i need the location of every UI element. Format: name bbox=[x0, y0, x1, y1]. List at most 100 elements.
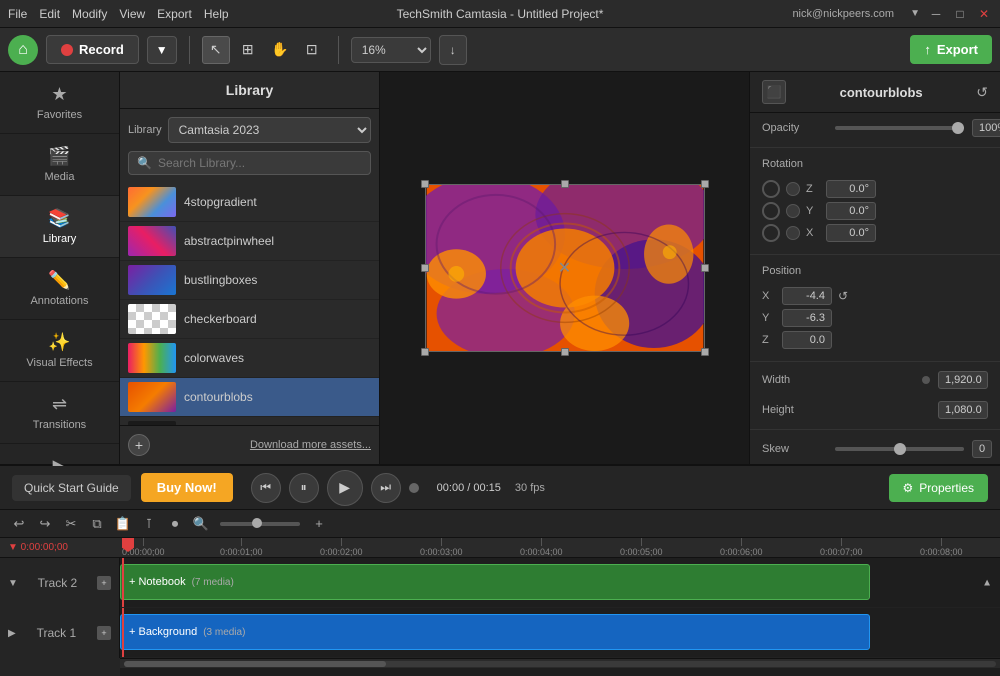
rotation-z-dial[interactable] bbox=[762, 180, 780, 198]
opacity-value[interactable]: 100% bbox=[972, 119, 1000, 137]
sidebar-item-transitions[interactable]: ⇌ Transitions bbox=[0, 382, 119, 444]
zoom-in-button[interactable]: + bbox=[308, 513, 330, 535]
zoom-slider-thumb[interactable] bbox=[252, 518, 262, 528]
rotation-x-value[interactable]: 0.0° bbox=[826, 224, 876, 242]
list-item[interactable]: 4stopgradient bbox=[120, 183, 379, 222]
menu-view[interactable]: View bbox=[119, 7, 145, 21]
sidebar-label-annotations: Annotations bbox=[30, 295, 88, 307]
track-expand-2[interactable]: ▼ bbox=[8, 578, 18, 589]
redo-button[interactable]: ↪ bbox=[34, 513, 56, 535]
list-item-selected[interactable]: contourblobs bbox=[120, 378, 379, 417]
rotation-y-dial[interactable] bbox=[762, 202, 780, 220]
home-button[interactable]: ⌂ bbox=[8, 35, 38, 65]
record-button[interactable]: Record bbox=[46, 35, 139, 64]
timeline-scrollbar[interactable] bbox=[120, 658, 1000, 668]
close-button[interactable]: ✕ bbox=[976, 6, 992, 22]
position-x-refresh[interactable]: ↺ bbox=[838, 289, 848, 303]
split-button[interactable]: ⊺ bbox=[138, 513, 160, 535]
list-item[interactable]: bustlingboxes bbox=[120, 261, 379, 300]
rotation-z-value[interactable]: 0.0° bbox=[826, 180, 876, 198]
sidebar-label-transitions: Transitions bbox=[33, 419, 86, 431]
handle-tm[interactable] bbox=[561, 180, 569, 188]
zoom-select[interactable]: 16% 25% 50% 100% bbox=[351, 37, 431, 63]
list-item[interactable]: checkerboard bbox=[120, 300, 379, 339]
play-pause-button[interactable]: ⏸ bbox=[289, 473, 319, 503]
paste-button[interactable]: 📋 bbox=[112, 513, 134, 535]
step-forward-button[interactable]: ⏭ bbox=[371, 473, 401, 503]
track-2-expand-arrow[interactable]: ▲ bbox=[982, 577, 992, 588]
sidebar-item-visual-effects[interactable]: ✨ Visual Effects bbox=[0, 320, 119, 382]
copy-button[interactable]: ⧉ bbox=[86, 513, 108, 535]
skew-slider[interactable] bbox=[835, 447, 964, 451]
sidebar-item-annotations[interactable]: ✏️ Annotations bbox=[0, 258, 119, 320]
menu-modify[interactable]: Modify bbox=[72, 7, 107, 21]
height-value[interactable]: 1,080.0 bbox=[938, 401, 988, 419]
sidebar-label-visual-effects: Visual Effects bbox=[26, 357, 92, 369]
position-z-value[interactable]: 0.0 bbox=[782, 331, 832, 349]
zoom-out-button[interactable]: 🔍 bbox=[190, 513, 212, 535]
download-more-link[interactable]: Download more assets... bbox=[250, 439, 371, 451]
track-2-clip[interactable]: + Notebook (7 media) bbox=[120, 564, 870, 600]
cut-button[interactable]: ✂ bbox=[60, 513, 82, 535]
play-button[interactable]: ▶ bbox=[327, 470, 363, 506]
menu-file[interactable]: File bbox=[8, 7, 27, 21]
handle-tr[interactable] bbox=[701, 180, 709, 188]
width-lock-icon[interactable] bbox=[922, 376, 930, 384]
menu-export[interactable]: Export bbox=[157, 7, 192, 21]
position-x-value[interactable]: -4.4 bbox=[782, 287, 832, 305]
track-expand-1[interactable]: ▶ bbox=[8, 628, 16, 639]
handle-ml[interactable] bbox=[421, 264, 429, 272]
menu-help[interactable]: Help bbox=[204, 7, 229, 21]
record-dot bbox=[61, 44, 73, 56]
handle-bl[interactable] bbox=[421, 348, 429, 356]
rotation-x-dial[interactable] bbox=[762, 224, 780, 242]
sidebar-item-favorites[interactable]: ★ Favorites bbox=[0, 72, 119, 134]
track-add-1[interactable]: + bbox=[97, 626, 111, 640]
list-item[interactable]: colorwaves bbox=[120, 339, 379, 378]
track-add-2[interactable]: + bbox=[97, 576, 111, 590]
step-back-button[interactable]: ⏮ bbox=[251, 473, 281, 503]
list-item[interactable]: abstractpinwheel bbox=[120, 222, 379, 261]
track-1-clip[interactable]: + Background (3 media) bbox=[120, 614, 870, 650]
download-button[interactable]: ↓ bbox=[439, 35, 467, 65]
maximize-button[interactable]: □ bbox=[952, 6, 968, 22]
position-y-value[interactable]: -6.3 bbox=[782, 309, 832, 327]
skew-value[interactable]: 0 bbox=[972, 440, 992, 458]
sidebar-item-media[interactable]: 🎬 Media bbox=[0, 134, 119, 196]
sidebar-item-library[interactable]: 📚 Library bbox=[0, 196, 119, 258]
quick-start-button[interactable]: Quick Start Guide bbox=[12, 475, 131, 501]
playhead-scrubber[interactable] bbox=[409, 483, 419, 493]
dropdown-arrow[interactable]: ▼ bbox=[910, 8, 920, 19]
panel-refresh-button[interactable]: ↺ bbox=[976, 84, 988, 101]
scroll-thumb[interactable] bbox=[124, 661, 386, 667]
properties-button[interactable]: ⚙ Properties bbox=[889, 474, 988, 502]
handle-tl[interactable] bbox=[421, 180, 429, 188]
width-value[interactable]: 1,920.0 bbox=[938, 371, 988, 389]
rotation-y-value[interactable]: 0.0° bbox=[826, 202, 876, 220]
properties-label: Properties bbox=[919, 481, 974, 495]
position-label: Position bbox=[762, 265, 827, 277]
add-asset-button[interactable]: + bbox=[128, 434, 150, 456]
select-tool[interactable]: ↖ bbox=[202, 36, 230, 64]
transform-tool[interactable]: ⊞ bbox=[234, 36, 262, 64]
buy-now-button[interactable]: Buy Now! bbox=[141, 473, 233, 502]
library-select[interactable]: Camtasia 2023 bbox=[168, 117, 371, 143]
handle-bm[interactable] bbox=[561, 348, 569, 356]
hand-tool[interactable]: ✋ bbox=[266, 36, 294, 64]
zoom-slider[interactable] bbox=[220, 522, 300, 526]
panel-icon-tab[interactable]: ⬛ bbox=[762, 80, 786, 104]
crop-tool[interactable]: ⊡ bbox=[298, 36, 326, 64]
canvas-frame-container[interactable]: ✕ bbox=[425, 184, 705, 352]
handle-mr[interactable] bbox=[701, 264, 709, 272]
transitions-icon: ⇌ bbox=[52, 394, 67, 415]
menu-edit[interactable]: Edit bbox=[39, 7, 60, 21]
record-screen-button[interactable]: ⏺ bbox=[164, 513, 186, 535]
minimize-button[interactable]: ─ bbox=[928, 6, 944, 22]
export-button[interactable]: ↑ Export bbox=[910, 35, 992, 64]
search-input[interactable] bbox=[158, 156, 362, 170]
record-dropdown[interactable]: ▼ bbox=[147, 36, 177, 64]
opacity-slider[interactable] bbox=[835, 126, 964, 130]
handle-br[interactable] bbox=[701, 348, 709, 356]
list-item[interactable]: digitaltrains bbox=[120, 417, 379, 425]
undo-button[interactable]: ↩ bbox=[8, 513, 30, 535]
